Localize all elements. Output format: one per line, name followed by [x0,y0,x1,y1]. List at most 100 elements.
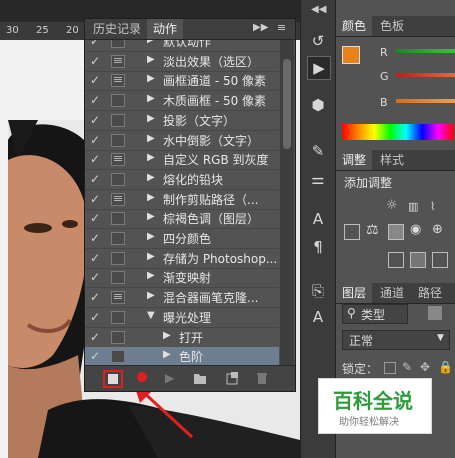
record-button[interactable] [137,372,147,382]
dialog-toggle-icon[interactable] [111,251,125,265]
action-row[interactable]: ✓ ▶ 渐变映射 [85,268,279,289]
3d-cube-icon[interactable]: ⬢ [307,94,329,116]
action-row[interactable]: ✓ ▶ 画框通道 - 50 像素 [85,71,279,92]
lock-all-icon[interactable]: 🔒 [438,360,453,374]
filter-pixel-icon[interactable] [428,306,442,320]
toggle-check-icon[interactable]: ✓ [89,211,101,225]
dialog-toggle-icon[interactable] [111,232,125,245]
action-row[interactable]: ✓ ▼ 曝光处理 [85,308,279,328]
toggle-check-icon[interactable]: ✓ [89,251,101,265]
character-styles-icon[interactable]: A [307,306,329,328]
toggle-check-icon[interactable]: ✓ [89,310,101,324]
toggle-check-icon[interactable]: ✓ [89,231,101,245]
tab-swatches[interactable]: 色板 [374,16,410,36]
expand-right-icon[interactable]: ▶ [147,192,155,203]
action-row[interactable]: ✓ ▶ 棕褐色调（图层） [85,209,279,230]
dialog-toggle-icon[interactable] [111,271,125,285]
tab-paths[interactable]: 路径 [412,283,448,303]
tab-color[interactable]: 颜色 [336,16,373,36]
toggle-check-icon[interactable]: ✓ [89,113,101,127]
action-row[interactable]: ✓ ▶ 制作剪贴路径（... [85,190,279,210]
toggle-check-icon[interactable]: ✓ [89,270,101,284]
channel-mixer-icon[interactable]: ⊕ [432,222,443,237]
expand-right-icon[interactable]: ▶ [147,290,155,301]
toggle-check-icon[interactable]: ✓ [89,192,101,206]
toggle-check-icon[interactable]: ✓ [89,349,101,363]
expand-right-icon[interactable]: ▶ [147,251,155,262]
red-slider[interactable] [396,49,455,53]
toggle-check-icon[interactable]: ✓ [89,330,101,344]
dialog-toggle-icon[interactable] [111,113,125,127]
action-row[interactable]: ✓ ▶ 默认动作 [85,40,279,52]
expand-right-icon[interactable]: ▶ [147,172,155,183]
black-white-icon[interactable] [388,224,404,240]
panel-menu-icon[interactable]: ≡ [277,21,286,34]
brightness-icon[interactable]: ☼ [386,198,398,213]
blend-mode-select[interactable]: 正常 ▼ [342,330,450,350]
dialog-toggle-icon[interactable] [111,212,125,226]
expand-panels-icon[interactable]: ▶▶ [253,22,268,33]
dialog-toggle-icon[interactable] [111,40,125,48]
color-spectrum[interactable] [342,124,454,140]
lock-move-icon[interactable]: ✥ [420,360,430,374]
photo-filter-icon[interactable]: ◉ [410,222,421,237]
expand-right-icon[interactable]: ▶ [147,270,155,281]
action-row[interactable]: ✓ ▶ 自定义 RGB 到灰度 [85,150,279,171]
balance-icon[interactable]: ⚖ [366,222,379,238]
toggle-check-icon[interactable]: ✓ [89,152,101,166]
action-row[interactable]: ✓ ▶ 打开 [85,328,279,348]
action-row[interactable]: ✓ ▶ 四分颜色 [85,229,279,249]
action-row[interactable]: ✓ ▶ 水中倒影（文字） [85,131,279,151]
expand-right-icon[interactable]: ▶ [147,73,155,84]
trash-icon[interactable] [255,371,269,385]
dialog-toggle-icon[interactable] [111,153,125,167]
vibrance-icon[interactable] [344,224,360,240]
action-row[interactable]: ✓ ▶ 投影（文字） [85,111,279,131]
paragraph-icon[interactable]: ¶ [307,236,329,258]
dialog-toggle-icon[interactable] [111,291,125,305]
toggle-check-icon[interactable]: ✓ [89,93,101,107]
tab-layers[interactable]: 图层 [336,283,373,303]
expand-right-icon[interactable]: ▶ [147,211,155,222]
tab-actions[interactable]: 动作 [147,19,184,39]
dialog-toggle-icon[interactable] [111,133,125,147]
expand-right-icon[interactable]: ▶ [163,330,171,341]
actions-scroll-thumb[interactable] [283,59,291,149]
actions-play-icon[interactable]: ▶ [307,56,331,80]
expand-right-icon[interactable]: ▶ [147,231,155,242]
toggle-check-icon[interactable]: ✓ [89,73,101,87]
tab-styles[interactable]: 样式 [374,150,410,170]
dialog-toggle-icon[interactable] [111,330,125,344]
action-row[interactable]: ✓ ▶ 木质画框 - 50 像素 [85,91,279,112]
toggle-check-icon[interactable]: ✓ [89,172,101,186]
blue-slider[interactable] [396,99,455,103]
toggle-check-icon[interactable]: ✓ [89,290,101,304]
brush-presets-icon[interactable]: ⚌ [307,168,329,190]
layer-filter-select[interactable]: ⚲ 类型 [342,304,408,324]
levels-icon[interactable]: ▥ [408,200,418,213]
expand-right-icon[interactable]: ▶ [147,93,155,104]
expand-right-icon[interactable]: ▶ [163,349,171,360]
action-row[interactable]: ✓ ▶ 存储为 Photoshop... [85,249,279,269]
dialog-toggle-icon[interactable] [111,192,125,206]
dialog-toggle-icon[interactable] [111,74,125,88]
new-action-button[interactable] [225,371,239,385]
expand-right-icon[interactable]: ▶ [147,113,155,124]
expand-right-icon[interactable]: ▶ [147,40,155,45]
curves-icon[interactable]: ⌇ [430,200,435,213]
lock-paint-icon[interactable]: ✎ [402,360,412,374]
dialog-toggle-icon[interactable] [111,310,125,324]
stop-recording-button[interactable] [103,370,123,388]
expand-right-icon[interactable]: ▶ [147,133,155,144]
toggle-check-icon[interactable]: ✓ [89,54,101,68]
action-row[interactable]: ✓ ▶ 混合器画笔克隆... [85,288,279,309]
foreground-color-swatch[interactable] [342,46,360,64]
tab-adjustments[interactable]: 调整 [336,150,373,170]
brush-icon[interactable]: ✎ [307,140,329,162]
expand-right-icon[interactable]: ▶ [147,152,155,163]
dialog-toggle-icon[interactable] [111,172,125,186]
tab-history[interactable]: 历史记录 [87,19,147,39]
invert-icon[interactable] [388,252,404,268]
tab-channels[interactable]: 通道 [374,283,410,303]
collapse-icon[interactable]: ◀◀ [311,4,326,15]
